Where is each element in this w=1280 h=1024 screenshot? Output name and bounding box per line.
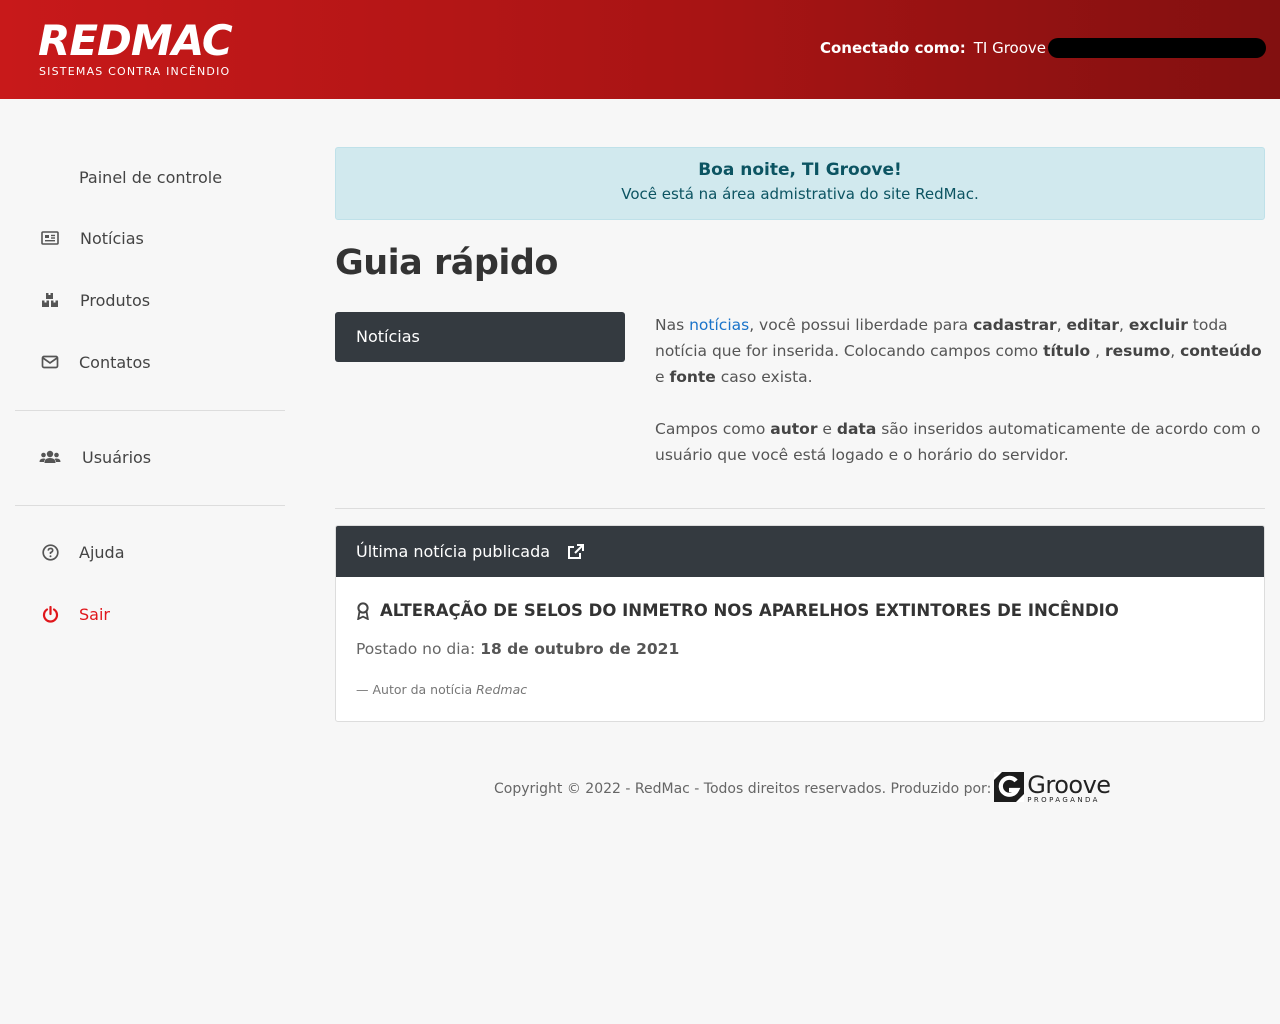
card-header-label: Última notícia publicada (356, 542, 551, 561)
sidebar-item-ajuda[interactable]: Ajuda (15, 532, 285, 572)
page-title: Guia rápido (335, 243, 558, 283)
sidebar-item-contatos[interactable]: Contatos (15, 342, 285, 382)
text: , (1118, 316, 1129, 334)
text: , (1056, 316, 1067, 334)
logo-tagline: SISTEMAS CONTRA INCÊNDIO (39, 65, 231, 78)
sidebar-item-label: Produtos (80, 290, 151, 310)
sidebar-item-usuarios[interactable]: Usuários (15, 437, 285, 477)
sidebar-item-painel[interactable]: Painel de controle (15, 157, 285, 197)
text: , (1170, 342, 1181, 360)
groove-brand: Groove (1027, 770, 1111, 799)
posted-label: Postado no dia: (356, 640, 481, 658)
connected-user: TI Groove (973, 39, 1046, 57)
guide-paragraph-1: Nas notícias, você possui liberdade para… (655, 312, 1265, 390)
posted-date-value: 18 de outubro de 2021 (480, 640, 680, 658)
guide-paragraph-2: Campos como autor e data são inseridos a… (655, 416, 1265, 468)
news-title[interactable]: ALTERAÇÃO DE SELOS DO INMETRO NOS APAREL… (356, 601, 1119, 620)
section-divider (335, 508, 1265, 509)
sidebar-item-label: Sair (79, 604, 110, 624)
sidebar-item-label: Painel de controle (79, 167, 223, 187)
bold-text: conteúdo (1180, 342, 1262, 360)
redacted-bar (1048, 38, 1266, 58)
sidebar-divider (15, 410, 285, 411)
connected-as: Conectado como: TI Groove (820, 37, 1266, 59)
text: , (1090, 342, 1105, 360)
bold-text: cadastrar (973, 316, 1057, 334)
card-header: Última notícia publicada (336, 526, 1264, 580)
posted-date: Postado no dia: 18 de outubro de 2021 (356, 640, 679, 658)
sidebar-item-label: Notícias (80, 228, 144, 248)
copyright-text: Copyright © 2022 - RedMac - Todos direit… (494, 781, 992, 797)
text: e (655, 368, 670, 386)
question-circle-icon (41, 543, 59, 561)
bold-text: excluir (1128, 316, 1188, 334)
sidebar-item-sair[interactable]: Sair (15, 594, 285, 634)
logo-wordmark: REDMAC (38, 16, 233, 65)
sidebar-item-label: Contatos (79, 352, 151, 372)
users-icon (39, 448, 61, 466)
power-icon (41, 605, 59, 623)
groove-logo[interactable]: Groove PROPAGANDA (993, 770, 1111, 807)
guide-description: Nas notícias, você possui liberdade para… (655, 312, 1265, 494)
sidebar-divider (15, 505, 285, 506)
text: Campos como (655, 420, 771, 438)
text: , você possui liberdade para (749, 316, 974, 334)
bold-text: resumo (1105, 342, 1171, 360)
groove-wordmark: Groove PROPAGANDA (1027, 770, 1111, 805)
welcome-alert: Boa noite, TI Groove! Você está na área … (335, 147, 1265, 220)
alert-text: Você está na área admistrativa do site R… (621, 185, 979, 203)
text: e (817, 420, 837, 438)
bold-text: editar (1066, 316, 1119, 334)
bold-text: autor (770, 420, 818, 438)
envelope-icon (41, 353, 59, 371)
news-author: — Autor da notícia Redmac (356, 682, 527, 697)
author-name: Redmac (476, 682, 528, 697)
tab-noticias[interactable]: Notícias (335, 312, 625, 362)
text: Nas (655, 316, 690, 334)
award-icon (356, 601, 370, 620)
last-news-card: Última notícia publicada ALTERAÇÃO DE SE… (335, 525, 1265, 722)
top-header: REDMAC SISTEMAS CONTRA INCÊNDIO Conectad… (0, 0, 1280, 99)
bold-text: título (1043, 342, 1091, 360)
sidebar-item-label: Ajuda (79, 542, 125, 562)
author-prefix: — Autor da notícia (356, 682, 477, 697)
sidebar-item-label: Usuários (82, 447, 152, 467)
connected-label: Conectado como: (819, 39, 966, 57)
external-link-icon[interactable] (567, 529, 585, 580)
bold-text: data (836, 420, 877, 438)
alert-title: Boa noite, TI Groove! (698, 160, 902, 180)
footer: Copyright © 2022 - RedMac - Todos direit… (494, 772, 1111, 806)
groove-g-icon (993, 771, 1025, 807)
sidebar-item-produtos[interactable]: Produtos (15, 280, 285, 320)
boxes-icon (41, 291, 59, 309)
sidebar-item-noticias[interactable]: Notícias (15, 218, 285, 258)
redmac-logo[interactable]: REDMAC SISTEMAS CONTRA INCÊNDIO (38, 18, 238, 80)
newspaper-icon (41, 229, 59, 247)
bold-text: fonte (669, 368, 716, 386)
groove-sub: PROPAGANDA (1027, 795, 1100, 804)
noticias-link[interactable]: notícias (689, 316, 749, 334)
news-title-text: ALTERAÇÃO DE SELOS DO INMETRO NOS APAREL… (380, 601, 1119, 620)
text: caso exista. (715, 368, 813, 386)
